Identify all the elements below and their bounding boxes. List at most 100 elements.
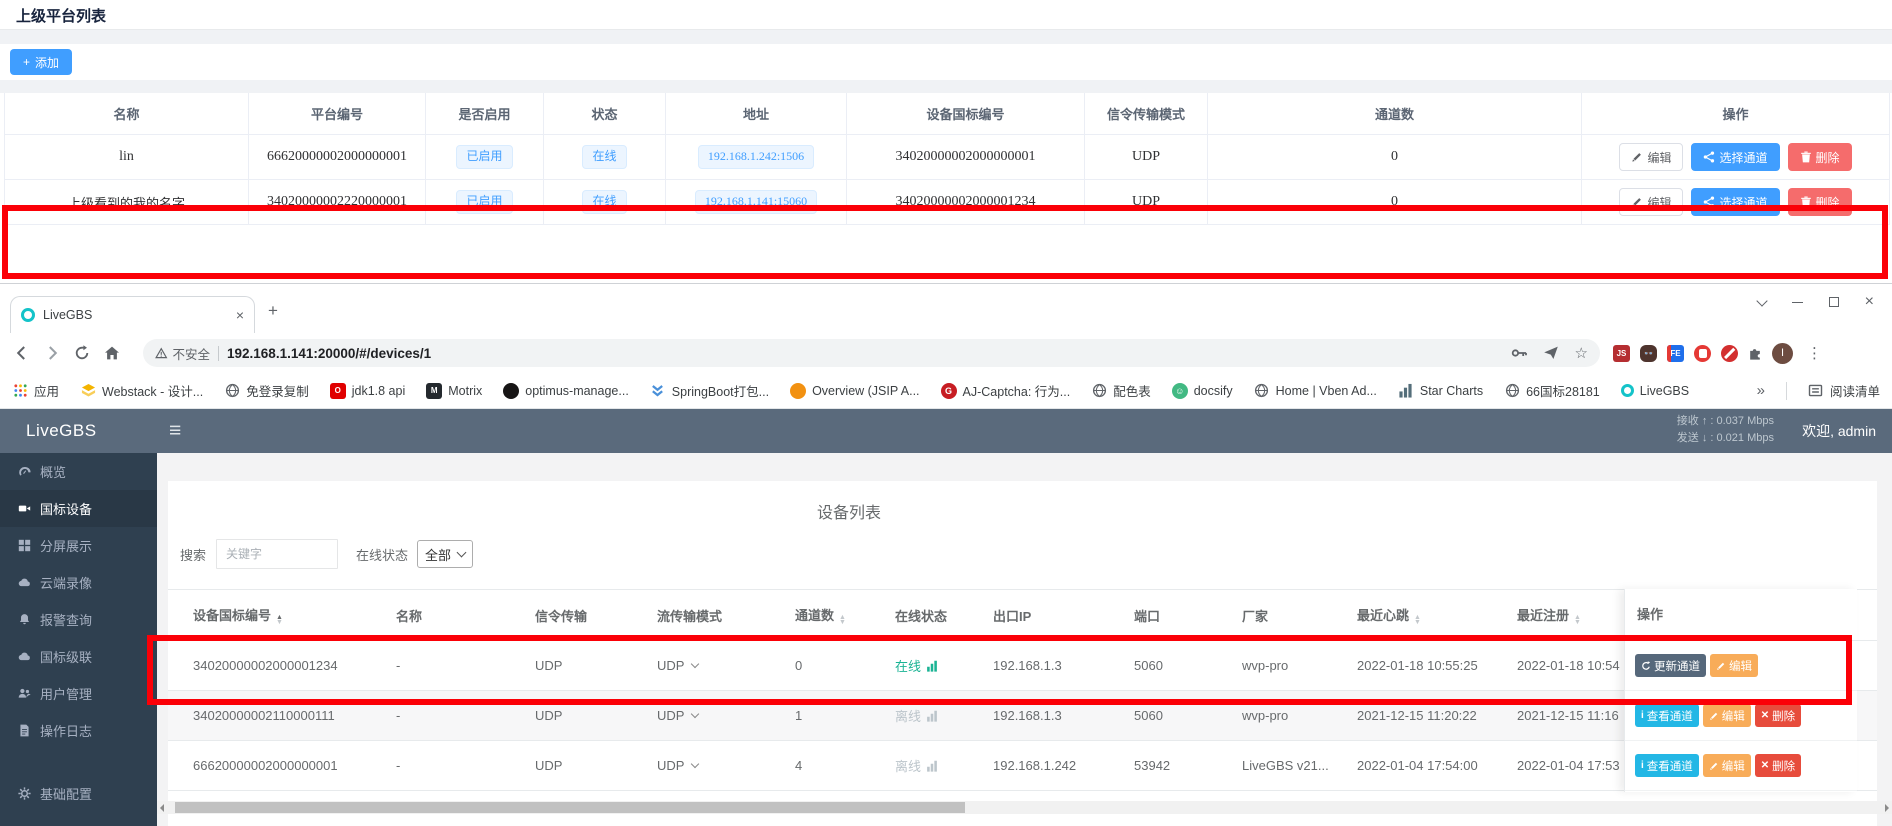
stream-mode-select[interactable]: UDP [657,708,795,723]
col-device-id[interactable]: 设备国标编号▲▼ [193,605,396,625]
bookmark-star-icon[interactable]: ☆ [1575,344,1588,362]
view-channel-button[interactable]: i查看通道 [1635,704,1699,727]
sidebar-item-basic-config[interactable]: 基础配置 [0,775,157,812]
bookmark[interactable]: SpringBoot打包... [650,381,769,400]
home-icon[interactable] [104,345,120,361]
sidebar-item-split-screen[interactable]: 分屏展示 [0,527,157,564]
security-indicator[interactable]: 不安全 [155,344,210,363]
motrix-icon: M [426,383,442,399]
puzzle-extensions-icon[interactable] [1748,345,1762,361]
grid-icon [18,539,31,552]
col-online-status[interactable]: 在线状态 [895,606,993,625]
bookmark[interactable]: Webstack - 设计... [80,381,203,400]
address-badge[interactable]: 192.168.1.242:1506 [698,145,814,168]
delete-button[interactable]: 删除 [1788,143,1852,171]
tab-close-icon[interactable]: × [236,307,244,323]
upper-toolbar: + 添加 [0,44,1892,80]
reload-icon[interactable] [74,345,90,361]
key-icon[interactable] [1511,345,1527,361]
online-status-link[interactable]: 在线 [895,656,993,675]
apps-grid-icon [12,383,28,399]
scroll-right-icon[interactable] [1885,804,1889,812]
add-button[interactable]: + 添加 [10,49,72,75]
minimize-button[interactable] [1792,302,1803,303]
maximize-button[interactable] [1829,297,1839,307]
stream-mode-select[interactable]: UDP [657,658,795,673]
bookmarks-overflow-icon[interactable]: » [1757,382,1765,399]
bookmark[interactable]: MMotrix [426,383,482,399]
scrollbar-thumb[interactable] [175,802,965,813]
sidebar-item-overview[interactable]: 概览 [0,453,157,490]
sidebar-item-operation-log[interactable]: 操作日志 [0,712,157,749]
scroll-left-icon[interactable] [160,804,164,812]
signal-bars-icon [926,710,938,722]
bookmark[interactable]: Overview (JSIP A... [790,383,919,399]
bookmark[interactable]: 免登录复制 [224,381,309,400]
delete-button[interactable]: ✕删除 [1755,754,1801,777]
search-input[interactable] [216,539,338,569]
trash-icon [1800,151,1812,163]
close-window-button[interactable]: × [1865,294,1874,310]
reading-list-button[interactable]: 阅读清单 [1808,381,1880,400]
edit-button[interactable]: 编辑 [1619,143,1683,171]
delete-button[interactable]: ✕删除 [1755,704,1801,727]
card-title: 设备列表 [168,499,1530,523]
app-brand[interactable]: LiveGBS [0,421,157,441]
device-row[interactable]: 66620000002000000001 - UDP UDP 4 离线 192.… [168,741,1877,791]
hamburger-icon[interactable]: ≡ [169,419,181,443]
bookmark[interactable]: ☺docsify [1172,383,1233,399]
stream-mode-select[interactable]: UDP [657,758,795,773]
bookmark[interactable]: Star Charts [1398,383,1483,399]
welcome-user[interactable]: 欢迎, admin [1802,421,1876,441]
sidebar-item-alarm-query[interactable]: 报警查询 [0,601,157,638]
bookmark[interactable]: optimus-manage... [503,383,629,399]
fe-extension-icon[interactable]: FE [1667,345,1684,362]
horizontal-scrollbar[interactable] [157,801,1892,814]
browser-tab[interactable]: LiveGBS × [10,296,255,333]
device-row[interactable]: 34020000002000001234 - UDP UDP 0 在线 192.… [168,641,1877,691]
edit-button[interactable]: 编辑 [1619,188,1683,216]
bookmark[interactable]: 66国标28181 [1504,381,1600,400]
edit-button[interactable]: 编辑 [1703,754,1751,777]
select-channel-button[interactable]: 选择通道 [1691,188,1779,216]
browser-menu-icon[interactable]: ⋮ [1807,344,1822,362]
new-tab-button[interactable]: + [268,302,278,319]
tab-search-icon[interactable] [1758,300,1766,305]
bookmark[interactable]: GAJ-Captcha: 行为... [941,381,1071,400]
online-filter-select[interactable]: 全部 [417,540,473,568]
edit-button[interactable]: 编辑 [1703,704,1751,727]
url-text[interactable]: 192.168.1.141:20000/#/devices/1 [227,346,1503,361]
sidebar-item-user-management[interactable]: 用户管理 [0,675,157,712]
forward-icon[interactable] [44,345,60,361]
view-channel-button[interactable]: i查看通道 [1635,754,1699,777]
bookmark-apps[interactable]: 应用 [12,381,59,400]
bookmark[interactable]: Home | Vben Ad... [1254,383,1377,399]
gitee-icon: G [941,383,957,399]
sidebar-item-cloud-record[interactable]: 云端录像 [0,564,157,601]
delete-button[interactable]: 删除 [1788,188,1852,216]
js-extension-icon[interactable]: JS [1613,345,1630,362]
back-icon[interactable] [14,345,30,361]
update-channel-button[interactable]: 更新通道 [1635,654,1706,677]
edit-button[interactable]: 编辑 [1710,654,1758,677]
sidebar-item-gb-cascade[interactable]: 国标级联 [0,638,157,675]
bookmark-livegbs[interactable]: LiveGBS [1621,384,1689,398]
address-badge[interactable]: 192.168.1.141:15060 [695,190,817,213]
blocker-extension-icon[interactable] [1721,345,1738,362]
bookmark[interactable]: 配色表 [1091,381,1151,400]
oracle-icon: O [330,383,346,399]
sidebar-item-gb-devices[interactable]: 国标设备 [0,490,157,527]
adblock-hand-icon[interactable] [1694,345,1711,362]
bookmark[interactable]: Ojdk1.8 api [330,383,406,399]
chevrons-icon [650,383,666,399]
address-bar[interactable]: 不安全 192.168.1.141:20000/#/devices/1 ☆ [143,339,1600,367]
send-icon[interactable] [1543,345,1559,361]
col-channels[interactable]: 通道数▲▼ [795,605,895,625]
device-row[interactable]: 34020000002110000111 - UDP UDP 1 离线 192.… [168,691,1877,741]
profile-avatar[interactable]: I [1772,343,1793,364]
glasses-extension-icon[interactable]: 👓 [1640,345,1657,362]
livegbs-page: LiveGBS ≡ 接收 ↑ : 0.037 Mbps 发送 ↓ : 0.021… [0,409,1892,826]
layers-icon [80,383,96,399]
col-heartbeat[interactable]: 最近心跳▲▼ [1357,605,1517,625]
select-channel-button[interactable]: 选择通道 [1691,143,1779,171]
